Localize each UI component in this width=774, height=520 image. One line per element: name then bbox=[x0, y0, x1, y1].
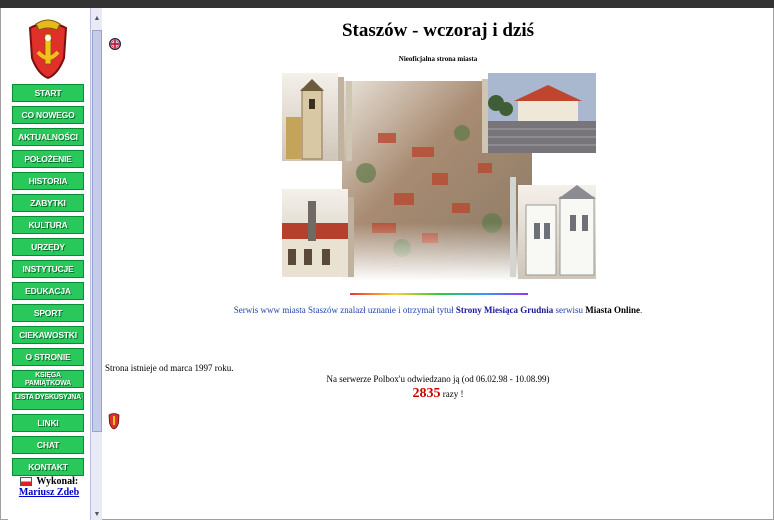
main-menu: START CO NOWEGO AKTUALNOŚCI POŁOŻENIE HI… bbox=[8, 84, 88, 480]
menu-item-aktualnosci[interactable]: AKTUALNOŚCI bbox=[12, 128, 84, 146]
author-link[interactable]: Mariusz Zdeb bbox=[10, 487, 88, 498]
menu-item-o-stronie[interactable]: O STRONIE bbox=[12, 348, 84, 366]
menu-item-start[interactable]: START bbox=[12, 84, 84, 102]
page-title: Staszów - wczoraj i dziś bbox=[341, 20, 535, 41]
menu-item-edukacja[interactable]: EDUKACJA bbox=[12, 282, 84, 300]
small-crest-icon[interactable] bbox=[107, 412, 121, 430]
menu-item-zabytki[interactable]: ZABYTKI bbox=[12, 194, 84, 212]
scroll-down-arrow-icon[interactable]: ▼ bbox=[92, 508, 102, 520]
author-block: Wykonał: Mariusz Zdeb bbox=[10, 476, 88, 498]
menu-item-historia[interactable]: HISTORIA bbox=[12, 172, 84, 190]
decorative-divider bbox=[350, 293, 528, 295]
visit-info-text: Na serwerze Polbox'u odwiedzano ją (od 0… bbox=[326, 374, 550, 384]
site-since-text: Strona istnieje od marca 1997 roku. bbox=[105, 363, 234, 373]
award-site-link[interactable]: Miasta Online bbox=[585, 305, 640, 315]
menu-item-linki[interactable]: LINKI bbox=[12, 414, 84, 432]
author-label: Wykonał: bbox=[36, 476, 79, 487]
visit-counter: 2835 razy ! bbox=[104, 386, 772, 402]
award-suffix: . bbox=[640, 305, 643, 315]
scroll-thumb[interactable] bbox=[92, 30, 102, 432]
menu-item-polozenie[interactable]: POŁOŻENIE bbox=[12, 150, 84, 168]
award-middle: serwisu bbox=[555, 305, 584, 315]
town-crest-icon[interactable] bbox=[24, 18, 72, 80]
visit-count: 2835 bbox=[412, 386, 441, 401]
menu-item-kultura[interactable]: KULTURA bbox=[12, 216, 84, 234]
polish-flag-icon bbox=[19, 477, 32, 487]
left-frame-scrollbar[interactable]: ▲ ▼ bbox=[90, 8, 102, 520]
main-frame: Staszów - wczoraj i dziś Nieoficjalna st… bbox=[104, 8, 772, 520]
award-notice: Serwis www miasta Staszów znalazł uznani… bbox=[104, 305, 772, 315]
menu-item-instytucje[interactable]: INSTYTUCJE bbox=[12, 260, 84, 278]
scroll-up-arrow-icon[interactable]: ▲ bbox=[92, 12, 102, 24]
menu-item-chat[interactable]: CHAT bbox=[12, 436, 84, 454]
page-subtitle: Nieoficjalna strona miasta bbox=[398, 55, 478, 63]
visit-count-suffix: razy ! bbox=[442, 389, 464, 399]
award-prefix: Serwis www miasta Staszów znalazł uznani… bbox=[233, 305, 454, 315]
menu-item-ksiega-pamiatkowa[interactable]: KSIĘGA PAMIĄTKOWA bbox=[12, 370, 84, 388]
menu-item-kontakt[interactable]: KONTAKT bbox=[12, 458, 84, 476]
town-photo-collage bbox=[282, 73, 596, 281]
menu-item-lista-dyskusyjna[interactable]: LISTA DYSKUSYJNA bbox=[12, 392, 84, 410]
menu-item-sport[interactable]: SPORT bbox=[12, 304, 84, 322]
award-title-link[interactable]: Strony Miesiąca Grudnia bbox=[456, 305, 553, 315]
window-top-bar bbox=[0, 0, 774, 8]
menu-item-ciekawostki[interactable]: CIEKAWOSTKI bbox=[12, 326, 84, 344]
menu-item-urzedy[interactable]: URZĘDY bbox=[12, 238, 84, 256]
menu-item-co-nowego[interactable]: CO NOWEGO bbox=[12, 106, 84, 124]
